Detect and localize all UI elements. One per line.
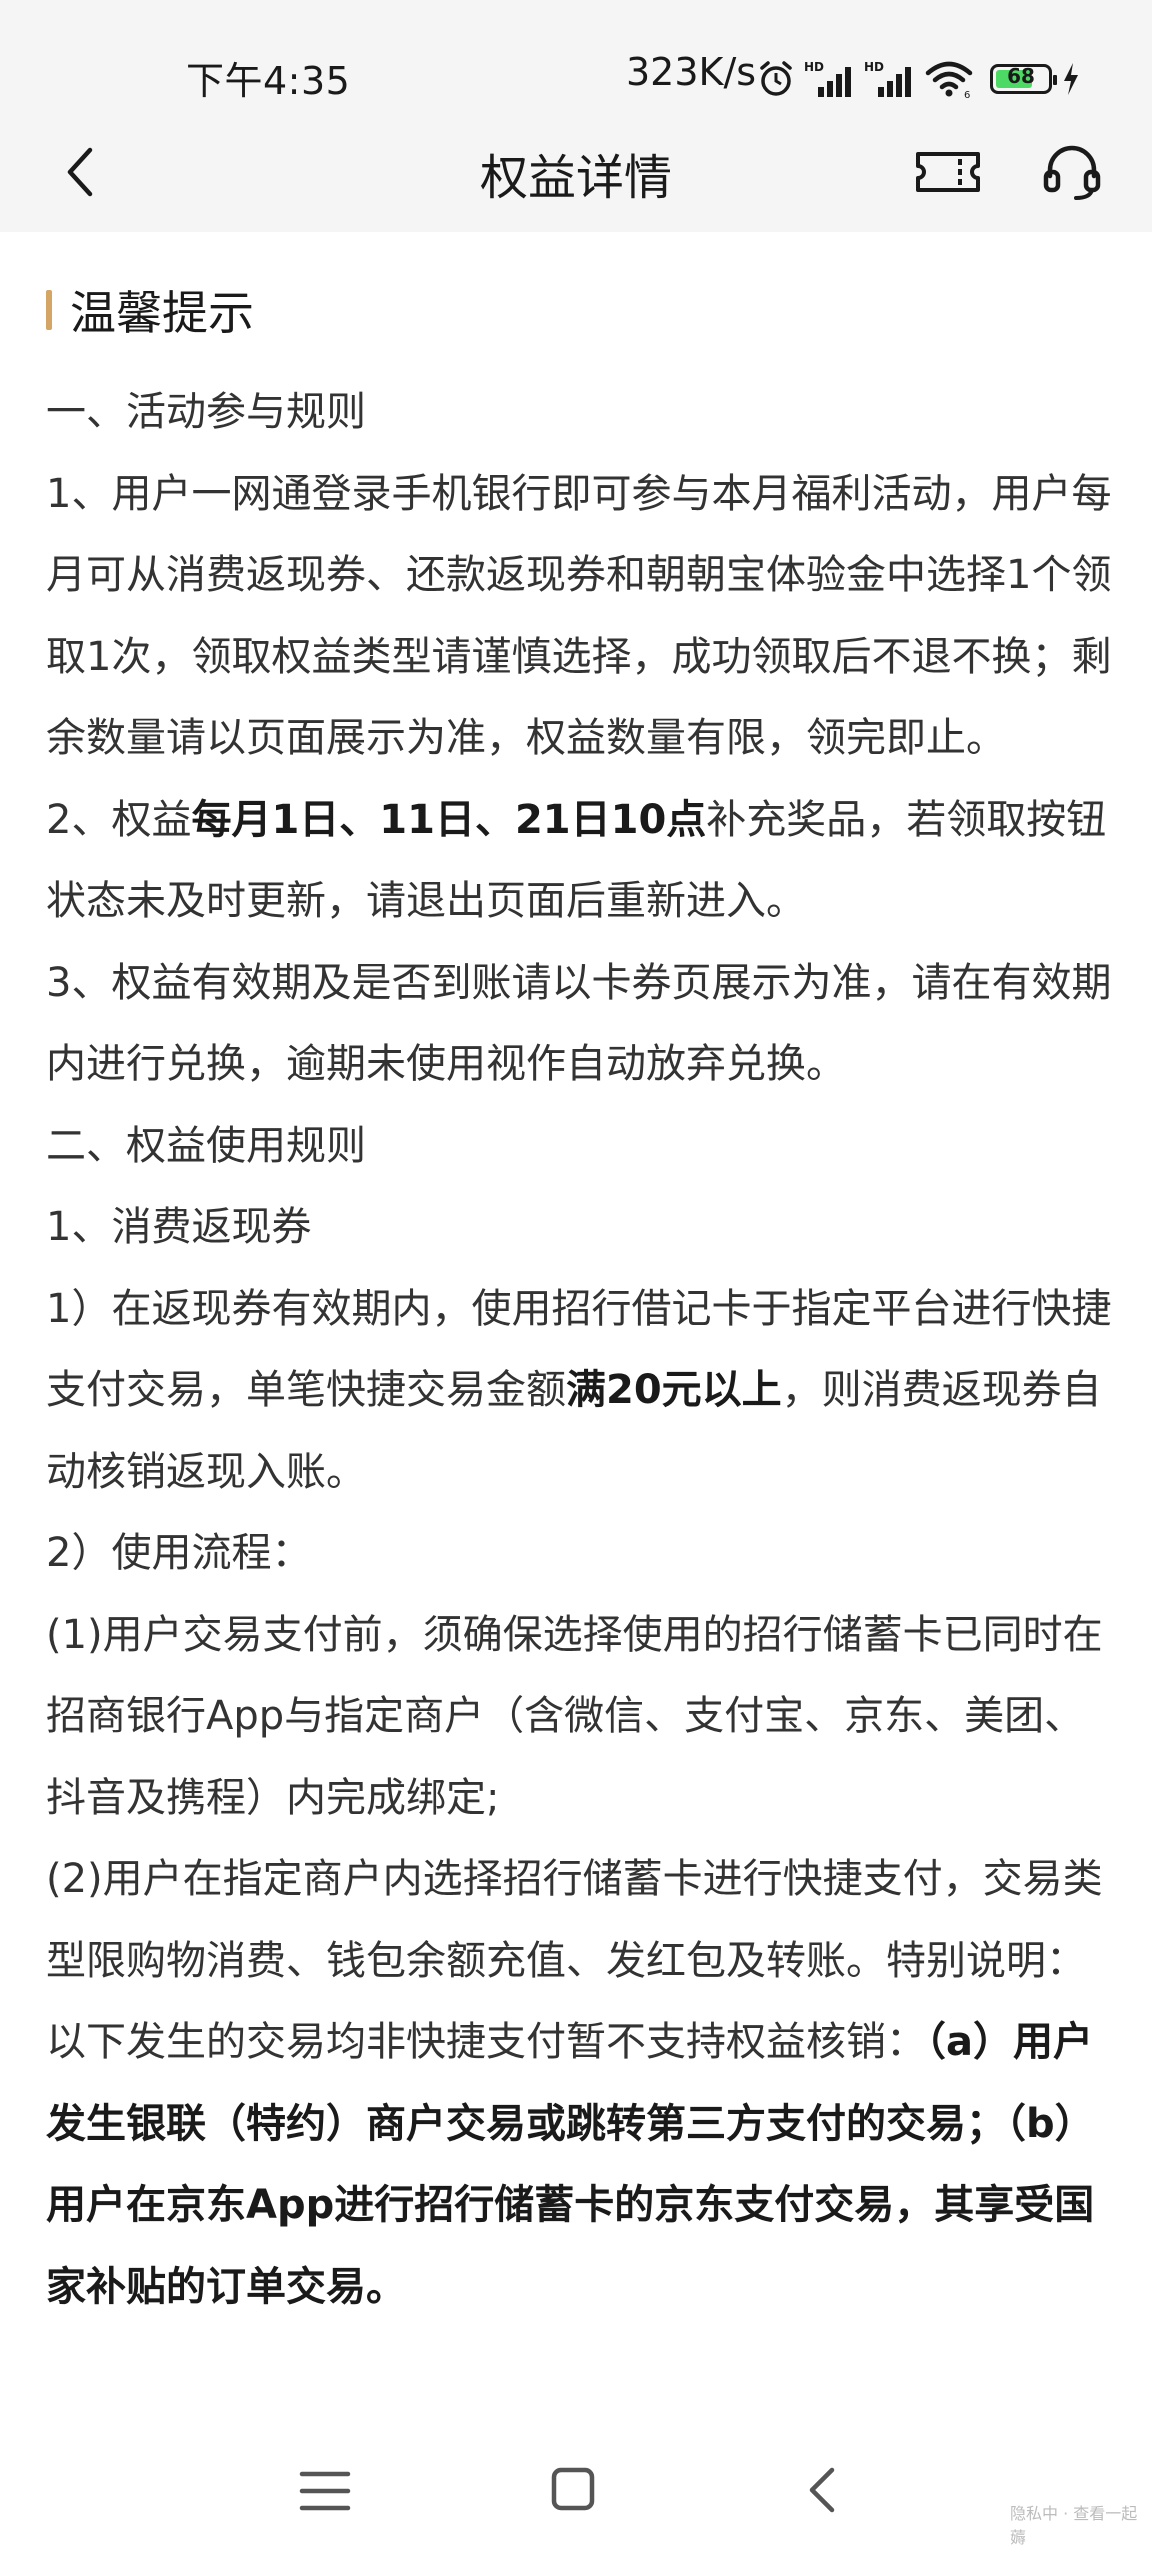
svg-text:6: 6	[964, 90, 970, 99]
system-navigation-bar	[0, 2440, 1152, 2560]
navigation-bar: 权益详情	[0, 124, 1152, 220]
charging-icon	[1064, 63, 1078, 95]
rule-paragraph: 1）在返现券有效期内，使用招行借记卡于指定平台进行快捷支付交易，单笔快捷交易金额…	[46, 1269, 1116, 1514]
back-arrow-icon	[67, 147, 93, 197]
rule-text: (1)用户交易支付前，须确保选择使用的招行储蓄卡已同时在招商银行App与指定商户…	[46, 1611, 1103, 1821]
rule-text: 2）使用流程：	[46, 1530, 312, 1576]
rule-paragraph: 1、消费返现券	[46, 1187, 1116, 1269]
rule-text: 2、权益	[46, 796, 192, 843]
menu-icon[interactable]	[296, 2464, 354, 2518]
status-bar: 下午4:35 323K/s HD HD 6 68	[0, 44, 1152, 114]
battery-icon: 68	[990, 64, 1057, 94]
top-bar: 下午4:35 323K/s HD HD 6 68 权益详情	[0, 0, 1152, 232]
rule-text: 一、活动参与规则	[46, 389, 366, 435]
rule-paragraph: 3、权益有效期及是否到账请以卡券页展示为准，请在有效期内进行兑换，逾期未使用视作…	[46, 943, 1116, 1106]
rule-text: 3、权益有效期及是否到账请以卡券页展示为准，请在有效期内进行兑换，逾期未使用视作…	[46, 959, 1112, 1088]
rule-text: 1、用户一网通登录手机银行即可参与本月福利活动，用户每月可从消费返现券、还款返现…	[46, 470, 1112, 762]
wifi-icon: 6	[925, 61, 973, 99]
svg-text:HD: HD	[804, 60, 824, 74]
hd-signal-icon: HD	[804, 60, 851, 97]
customer-service-button[interactable]	[1040, 140, 1104, 204]
rule-text: 二、权益使用规则	[46, 1122, 366, 1169]
section-title: 温馨提示	[46, 270, 1116, 350]
tips-content: 温馨提示 一、活动参与规则 1、用户一网通登录手机银行即可参与本月福利活动，用户每…	[46, 270, 1116, 2328]
rule-text-bold: 每月1日、11日、21日10点	[191, 796, 707, 843]
rule-paragraph: 2、权益每月1日、11日、21日10点补充奖品，若领取按钮状态未及时更新，请退出…	[46, 780, 1116, 943]
status-icons: HD HD 6 68	[758, 54, 1080, 104]
back-icon[interactable]	[800, 2462, 844, 2518]
hd-signal-icon: HD	[864, 60, 911, 97]
ticket-icon	[916, 152, 980, 192]
rule-paragraph: 2）使用流程：	[46, 1513, 1116, 1595]
rule-paragraph: 二、权益使用规则	[46, 1106, 1116, 1188]
title-accent-bar	[46, 290, 52, 330]
rule-paragraph: (1)用户交易支付前，须确保选择使用的招行储蓄卡已同时在招商银行App与指定商户…	[46, 1595, 1116, 1840]
headset-icon	[1043, 145, 1101, 200]
rule-text-bold: 满20元以上	[566, 1367, 782, 1413]
home-icon[interactable]	[546, 2462, 600, 2516]
svg-text:HD: HD	[864, 60, 884, 74]
rules-text: 一、活动参与规则 1、用户一网通登录手机银行即可参与本月福利活动，用户每月可从消费…	[46, 372, 1116, 2328]
rule-paragraph: 1、用户一网通登录手机银行即可参与本月福利活动，用户每月可从消费返现券、还款返现…	[46, 454, 1116, 780]
ticket-button[interactable]	[912, 142, 984, 202]
back-button[interactable]	[52, 142, 112, 202]
watermark-text: 隐私中 · 查看一起薅	[1010, 2504, 1138, 2547]
rule-paragraph: 一、活动参与规则	[46, 372, 1116, 454]
rule-paragraph: (2)用户在指定商户内选择招行储蓄卡进行快捷支付，交易类型限购物消费、钱包余额充…	[46, 1839, 1116, 2328]
status-time: 下午4:35	[186, 59, 351, 103]
rule-text: 1、消费返现券	[46, 1204, 312, 1250]
battery-level: 68	[1007, 64, 1035, 88]
section-title-text: 温馨提示	[70, 286, 254, 340]
alarm-icon	[760, 61, 792, 96]
network-speed: 323K/s	[626, 50, 757, 94]
